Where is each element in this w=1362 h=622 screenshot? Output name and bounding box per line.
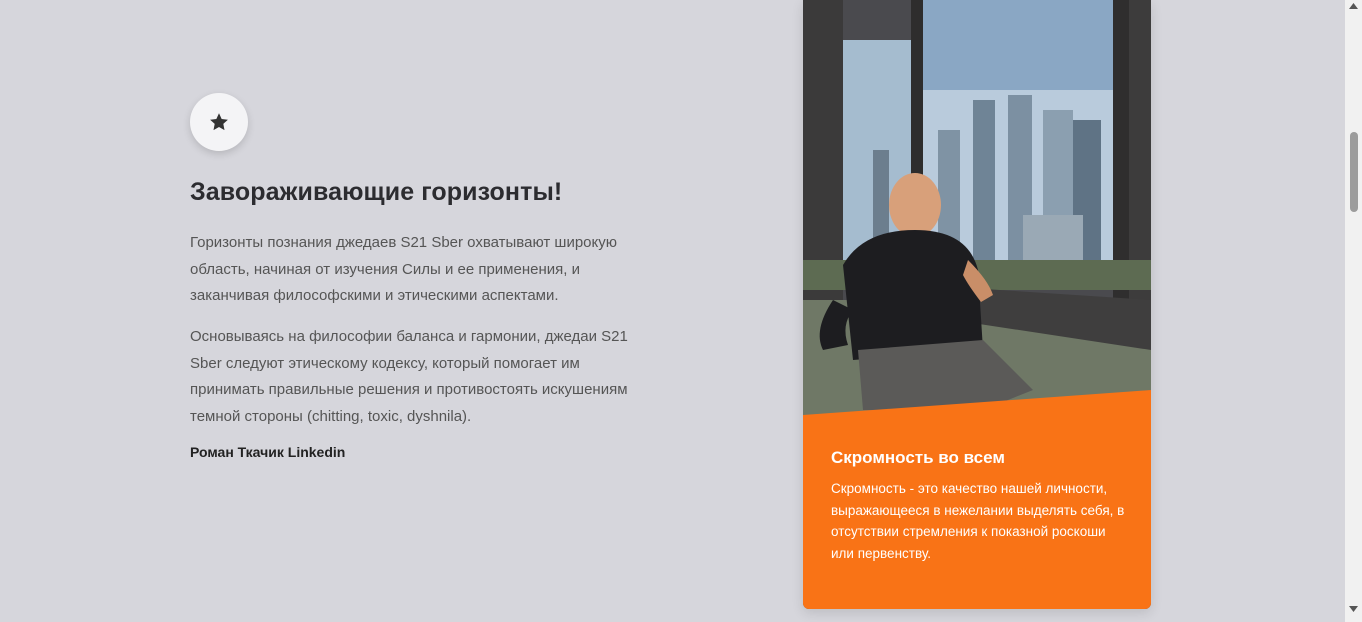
scroll-up-arrow-icon[interactable] bbox=[1349, 3, 1358, 9]
star-icon-badge bbox=[190, 93, 248, 151]
author-credit: Роман Ткачик Linkedin bbox=[190, 444, 345, 460]
page-scrollbar[interactable] bbox=[1345, 0, 1362, 622]
scroll-down-arrow-icon[interactable] bbox=[1349, 606, 1358, 612]
star-icon bbox=[210, 113, 228, 131]
card-text: Скромность - это качество нашей личности… bbox=[831, 481, 1125, 561]
author-linkedin-link[interactable]: Linkedin bbox=[288, 444, 346, 460]
scroll-thumb[interactable] bbox=[1350, 132, 1358, 212]
value-card: Скромность во всем Скромность - это каче… bbox=[803, 0, 1151, 609]
feature-paragraph-2: Основываясь на философии баланса и гармо… bbox=[190, 328, 628, 425]
card-title: Скромность во всем bbox=[831, 448, 1005, 467]
feature-paragraph-1: Горизонты познания джедаев S21 Sber охва… bbox=[190, 234, 617, 304]
feature-title: Завораживающие горизонты! bbox=[190, 178, 563, 206]
author-name: Роман Ткачик bbox=[190, 444, 284, 460]
